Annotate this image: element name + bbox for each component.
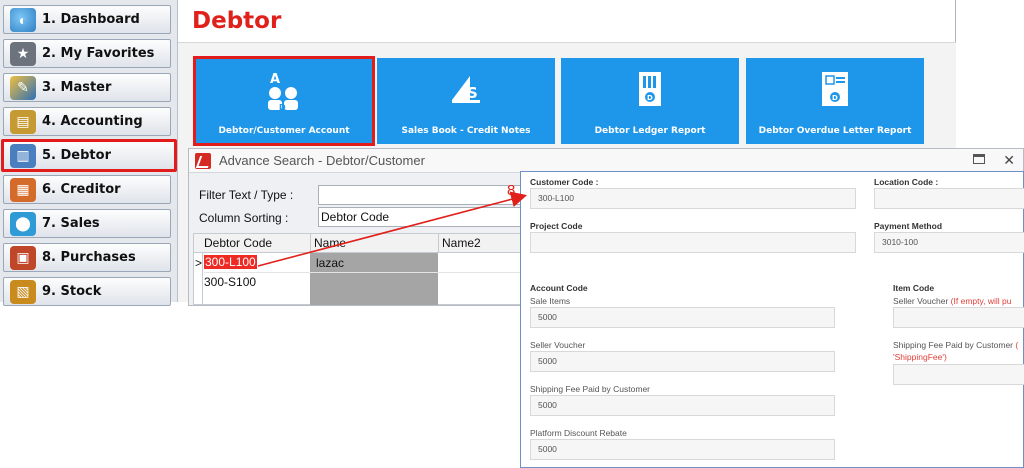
ledger-book-icon: ▤ bbox=[10, 109, 36, 134]
seller-voucher-label: Seller Voucher bbox=[530, 340, 586, 350]
account-code-header: Account Code bbox=[530, 283, 588, 293]
sort-label: Column Sorting : bbox=[199, 211, 289, 225]
grid-header: Debtor Code Name Name2 bbox=[194, 234, 528, 253]
window-title: Advance Search - Debtor/Customer bbox=[219, 153, 425, 168]
ledger-report-icon: D bbox=[639, 72, 661, 106]
customer-code-field[interactable]: 300-L100 bbox=[530, 188, 856, 209]
tile-label: Debtor Ledger Report bbox=[594, 126, 706, 136]
app-logo-icon bbox=[195, 152, 211, 169]
tile-label: Debtor Overdue Letter Report bbox=[758, 126, 912, 136]
results-grid: Debtor Code Name Name2 > 300-L100 lazac … bbox=[193, 233, 529, 305]
sale-items-label: Sale Items bbox=[530, 296, 571, 306]
column-header-name[interactable]: Name bbox=[314, 236, 346, 250]
platform-discount-account-field[interactable]: 5000 bbox=[530, 439, 835, 460]
sidebar-item-label: 8. Purchases bbox=[42, 250, 136, 265]
item-shipping-fee-text: Shipping Fee Paid by Customer bbox=[893, 340, 1014, 350]
window-titlebar: Advance Search - Debtor/Customer bbox=[189, 149, 1023, 173]
shipping-fee-account-field[interactable]: 5000 bbox=[530, 395, 835, 416]
credit-note-icon: S bbox=[452, 76, 480, 103]
tile-label: Debtor/Customer Account bbox=[218, 126, 350, 136]
sidebar-item-label: 4. Accounting bbox=[42, 114, 143, 129]
sales-icon: ⬤ bbox=[10, 211, 36, 236]
tile-debtor-ledger-report[interactable]: D Debtor Ledger Report bbox=[561, 58, 739, 144]
item-seller-voucher-text: Seller Voucher bbox=[893, 296, 949, 306]
location-code-label: Location Code : bbox=[874, 177, 939, 187]
svg-text:A: A bbox=[270, 72, 280, 87]
column-divider bbox=[310, 234, 311, 252]
filter-input[interactable] bbox=[318, 185, 523, 205]
debtor-code-cell[interactable]: 300-L100 bbox=[204, 255, 257, 269]
sidebar-item-debtor[interactable]: ▥ 5. Debtor bbox=[1, 139, 177, 172]
item-shipping-fee-note: 'ShippingFee') bbox=[893, 352, 947, 362]
sidebar-item-label: 6. Creditor bbox=[42, 182, 121, 197]
close-icon[interactable]: ✕ bbox=[1003, 152, 1015, 169]
debtor-folder-icon: ▥ bbox=[10, 143, 36, 168]
payment-method-label: Payment Method bbox=[874, 221, 943, 231]
item-seller-voucher-label: Seller Voucher (If empty, will pu bbox=[893, 296, 1011, 306]
column-header-name2[interactable]: Name2 bbox=[442, 236, 481, 250]
creditor-icon: ▦ bbox=[10, 177, 36, 202]
sidebar-item-label: 1. Dashboard bbox=[42, 12, 140, 27]
seller-voucher-account-field[interactable]: 5000 bbox=[530, 351, 835, 372]
sale-items-account-field[interactable]: 5000 bbox=[530, 307, 835, 328]
overdue-letter-icon: D bbox=[822, 72, 848, 106]
purchases-icon: ▣ bbox=[10, 245, 36, 270]
stock-icon: ▧ bbox=[10, 279, 36, 304]
sidebar-item-accounting[interactable]: ▤ 4. Accounting bbox=[3, 107, 171, 136]
debtor-code-cell[interactable]: 300-S100 bbox=[204, 275, 256, 289]
step-marker: 8 bbox=[507, 182, 516, 199]
row-indicator-divider bbox=[202, 253, 203, 305]
sidebar: ◐ 1. Dashboard ★ 2. My Favorites ✎ 3. Ma… bbox=[0, 0, 178, 306]
sidebar-item-my-favorites[interactable]: ★ 2. My Favorites bbox=[3, 39, 171, 68]
tile-sales-book-credit-notes[interactable]: S Sales Book - Credit Notes bbox=[377, 58, 555, 144]
project-code-label: Project Code bbox=[530, 221, 583, 231]
filter-label: Filter Text / Type : bbox=[199, 188, 294, 202]
sidebar-item-dashboard[interactable]: ◐ 1. Dashboard bbox=[3, 5, 171, 34]
maximize-icon[interactable] bbox=[973, 154, 985, 164]
star-folder-icon: ★ bbox=[10, 41, 36, 66]
location-code-field[interactable] bbox=[874, 188, 1024, 209]
item-shipping-fee-note-prefix: ( bbox=[1015, 340, 1019, 350]
svg-text:D: D bbox=[279, 103, 286, 112]
column-header-debtor-code[interactable]: Debtor Code bbox=[204, 236, 272, 250]
sidebar-item-sales[interactable]: ⬤ 7. Sales bbox=[3, 209, 171, 238]
platform-discount-label: Platform Discount Rebate bbox=[530, 428, 627, 438]
sidebar-item-label: 7. Sales bbox=[42, 216, 100, 231]
sidebar-item-label: 5. Debtor bbox=[42, 148, 111, 163]
item-shipping-fee-field[interactable] bbox=[893, 364, 1024, 385]
item-shipping-fee-label: Shipping Fee Paid by Customer ( bbox=[893, 340, 1018, 350]
row-current-marker: > bbox=[195, 256, 203, 270]
svg-text:S: S bbox=[467, 84, 478, 102]
sidebar-item-label: 9. Stock bbox=[42, 284, 102, 299]
row-divider bbox=[204, 272, 524, 273]
customer-account-icon: A D bbox=[268, 72, 298, 112]
svg-text:D: D bbox=[832, 94, 838, 102]
payment-method-field[interactable]: 3010-100 bbox=[874, 232, 1024, 253]
sidebar-item-label: 2. My Favorites bbox=[42, 46, 155, 61]
sidebar-item-stock[interactable]: ▧ 9. Stock bbox=[3, 277, 171, 306]
sort-select-value: Debtor Code bbox=[321, 210, 390, 224]
master-icon: ✎ bbox=[10, 75, 36, 100]
shipping-fee-label: Shipping Fee Paid by Customer bbox=[530, 384, 651, 394]
project-code-field[interactable] bbox=[530, 232, 856, 253]
item-code-header: Item Code bbox=[893, 283, 935, 293]
sidebar-item-label: 3. Master bbox=[42, 80, 112, 95]
dashboard-icon: ◐ bbox=[10, 7, 36, 32]
sidebar-item-purchases[interactable]: ▣ 8. Purchases bbox=[3, 243, 171, 272]
debtor-form-panel: Customer Code : 300-L100 Location Code :… bbox=[520, 171, 1024, 468]
sort-select[interactable]: Debtor Code bbox=[318, 207, 523, 227]
column-divider bbox=[438, 234, 439, 252]
item-seller-voucher-field[interactable] bbox=[893, 307, 1024, 328]
page-title: Debtor bbox=[192, 8, 282, 34]
sidebar-item-master[interactable]: ✎ 3. Master bbox=[3, 73, 171, 102]
tile-label: Sales Book - Credit Notes bbox=[401, 126, 531, 136]
tile-debtor-customer-account[interactable]: A D Debtor/Customer Account bbox=[193, 56, 375, 146]
item-seller-voucher-note: (If empty, will pu bbox=[950, 296, 1012, 306]
screen: ◐ 1. Dashboard ★ 2. My Favorites ✎ 3. Ma… bbox=[0, 0, 1024, 468]
customer-code-label: Customer Code : bbox=[530, 177, 599, 187]
svg-text:D: D bbox=[647, 94, 653, 102]
sidebar-item-creditor[interactable]: ▦ 6. Creditor bbox=[3, 175, 171, 204]
name-cell[interactable]: lazac bbox=[316, 256, 344, 270]
tile-debtor-overdue-letter-report[interactable]: D Debtor Overdue Letter Report bbox=[746, 58, 924, 144]
